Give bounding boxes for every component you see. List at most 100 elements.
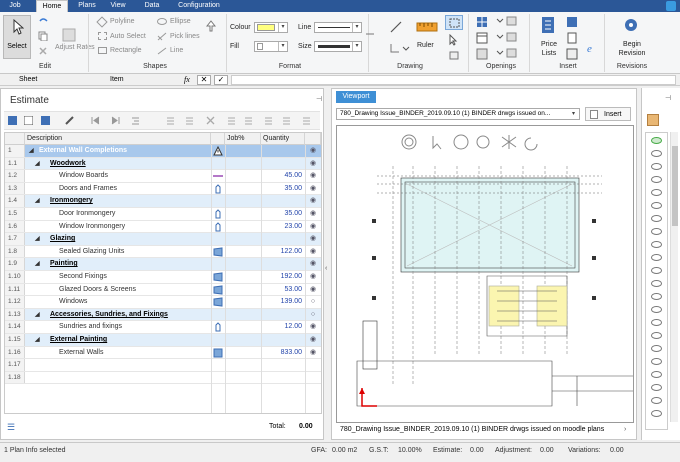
item-description[interactable]: Second Fixings (59, 271, 107, 283)
quantity-cell[interactable]: 122.00 (263, 246, 302, 258)
quantity-cell[interactable]: 12.00 (263, 321, 302, 333)
item-description[interactable]: Sundries and fixings (59, 321, 122, 333)
insert-table-icon[interactable] (566, 48, 578, 60)
table-row[interactable]: 1.16 External Walls 833.00 ◉ (5, 346, 321, 360)
quantity-cell[interactable]: 35.00 (263, 183, 302, 195)
eye-icon[interactable]: ◉ (306, 208, 320, 220)
eye-icon[interactable]: ◉ (306, 321, 320, 333)
menu-icon[interactable]: ☰ (7, 422, 15, 433)
table-row[interactable]: 1.6 Window Ironmongery 23.00 ◉ (5, 220, 321, 234)
eye-icon[interactable]: ◉ (306, 170, 320, 182)
move-first-icon[interactable] (91, 116, 100, 125)
polyline-button[interactable]: Polyline (110, 16, 135, 27)
quantity-cell[interactable]: 833.00 (263, 347, 302, 359)
item-description[interactable]: Doors and Frames (59, 183, 117, 195)
drawing-tool-icon[interactable] (365, 30, 375, 38)
visibility-toggle[interactable] (651, 150, 662, 157)
table-row[interactable]: 1.3 Doors and Frames 35.00 ◉ (5, 182, 321, 196)
pick-lines-button[interactable]: Pick lines (170, 31, 200, 42)
delete-row-icon[interactable] (206, 116, 215, 125)
collapse-toggle-icon[interactable]: ◢ (35, 334, 40, 346)
visibility-toggle[interactable] (651, 241, 662, 248)
move-up-icon[interactable] (206, 20, 216, 44)
delete-icon[interactable] (38, 46, 48, 56)
visibility-toggle[interactable] (651, 384, 662, 391)
insert-button[interactable]: Insert (585, 107, 631, 121)
insert-grid-icon[interactable] (566, 16, 578, 28)
visibility-toggle[interactable] (651, 254, 662, 261)
group-description[interactable]: Painting (50, 258, 78, 270)
help-icon[interactable] (666, 1, 676, 11)
auto-select-button[interactable]: Auto Select (110, 31, 146, 42)
visibility-toggle[interactable] (651, 306, 662, 313)
item-description[interactable]: Window Ironmongery (59, 221, 125, 233)
menu-data[interactable]: Data (138, 0, 166, 12)
quantity-cell[interactable]: 139.00 (263, 296, 302, 308)
eye-icon[interactable]: ◉ (306, 233, 320, 245)
eye-icon[interactable]: ◉ (306, 195, 320, 207)
openings-table-icon[interactable] (476, 32, 488, 44)
menu-plans[interactable]: Plans (74, 0, 100, 12)
quantity-cell[interactable]: 53.00 (263, 284, 302, 296)
table-row[interactable]: 1.12 Windows 139.00 ○ (5, 296, 321, 309)
table-row[interactable]: 1.17 (5, 359, 321, 372)
visibility-toggle[interactable] (651, 358, 662, 365)
table-row[interactable]: 1.9 ◢ Painting ◉ (5, 258, 321, 271)
quantity-cell[interactable]: 35.00 (263, 208, 302, 220)
item-description[interactable]: External Walls (59, 347, 103, 359)
visibility-toggle[interactable] (651, 176, 662, 183)
size-select[interactable]: ▾ (314, 41, 362, 52)
table-row[interactable]: 1.10 Second Fixings 192.00 ◉ (5, 271, 321, 284)
select-button[interactable]: Select (3, 15, 31, 59)
visibility-toggle[interactable] (651, 137, 662, 144)
chevron-down-icon[interactable] (402, 44, 410, 52)
quantity-cell[interactable]: 23.00 (263, 221, 302, 233)
table-row[interactable]: 1.2 Window Boards 45.00 ◉ (5, 170, 321, 183)
visibility-toggle[interactable] (651, 332, 662, 339)
menu-view[interactable]: View (107, 0, 129, 12)
item-description[interactable]: Window Boards (59, 170, 108, 182)
visibility-toggle[interactable] (651, 202, 662, 209)
group-description[interactable]: Accessories, Sundries, and Fixings (50, 309, 168, 321)
eye-icon[interactable]: ◉ (306, 183, 320, 195)
colour-picker[interactable]: ▾ (254, 22, 288, 33)
expand-icon[interactable] (227, 116, 236, 125)
adjust-rates-button[interactable]: Adjust Rates (55, 43, 95, 54)
table-row[interactable]: 1.5 Door Ironmongery 35.00 ◉ (5, 208, 321, 221)
outline-icon[interactable] (166, 116, 175, 125)
openings-dropdown-1[interactable] (494, 16, 518, 26)
formula-input[interactable] (231, 75, 676, 85)
sort-icon[interactable] (264, 116, 273, 125)
visibility-toggle[interactable] (651, 228, 662, 235)
select-area-button[interactable] (445, 15, 463, 30)
table-row[interactable]: 1.15 ◢ External Painting ◉ (5, 334, 321, 347)
columns-icon[interactable] (185, 116, 194, 125)
drawing-canvas[interactable] (336, 125, 634, 423)
eye-icon[interactable]: ◉ (306, 284, 320, 296)
vertical-scrollbar[interactable] (670, 132, 678, 422)
rectangle-button[interactable]: Rectangle (110, 45, 142, 56)
pin-icon[interactable]: ⊣ (316, 95, 322, 103)
angle-icon[interactable] (389, 42, 401, 54)
table-row[interactable]: 1.1 ◢ Woodwork ◉ (5, 157, 321, 171)
confirm-edit-button[interactable]: ✓ (214, 75, 228, 85)
tab-viewport[interactable]: Viewport (336, 91, 376, 103)
item-description[interactable]: Sealed Glazing Units (59, 246, 124, 258)
menu-configuration[interactable]: Configuration (172, 0, 226, 12)
ellipse-button[interactable]: Ellipse (170, 16, 191, 27)
table-row[interactable]: 1.14 Sundries and fixings 12.00 ◉ (5, 321, 321, 334)
visibility-toggle[interactable] (651, 293, 662, 300)
table-row[interactable]: 1.8 Sealed Glazing Units 122.00 ◉ (5, 245, 321, 259)
cursor-icon[interactable] (448, 34, 460, 46)
eye-icon[interactable]: ◉ (306, 271, 320, 283)
visibility-toggle[interactable] (651, 280, 662, 287)
collapse-toggle-icon[interactable]: ◢ (35, 258, 40, 270)
cancel-edit-button[interactable]: ✕ (197, 75, 211, 85)
collapse-toggle-icon[interactable]: ◢ (35, 195, 40, 207)
eye-icon[interactable]: ◉ (306, 347, 320, 359)
eye-icon[interactable]: ◉ (306, 221, 320, 233)
table-row[interactable]: 1.18 (5, 371, 321, 385)
drawing-select[interactable]: 780_Drawing Issue_BINDER_2019.09.10 (1) … (336, 108, 580, 120)
openings-window-icon[interactable] (476, 48, 488, 60)
group-description[interactable]: External Wall Completions (39, 145, 127, 157)
